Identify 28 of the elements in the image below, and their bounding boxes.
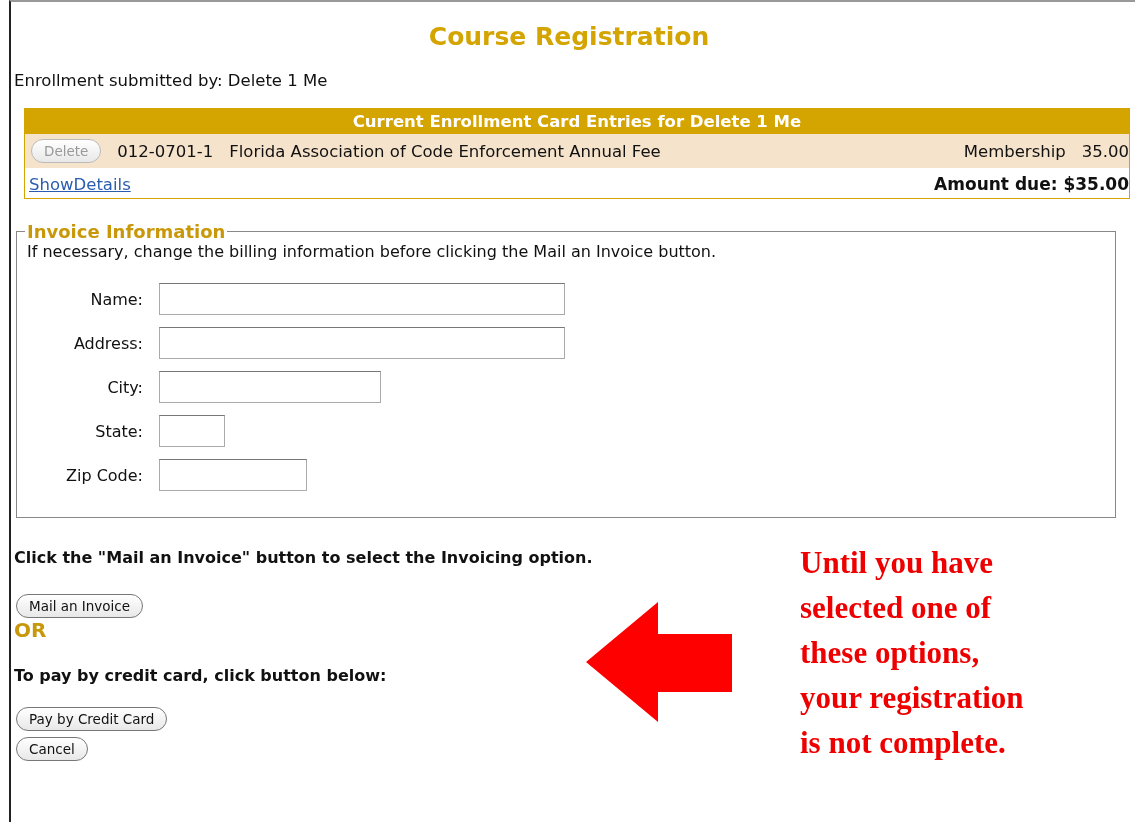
or-label: OR: [14, 617, 47, 642]
input-field[interactable]: [159, 371, 381, 403]
show-details-link[interactable]: ShowDetails: [29, 174, 131, 194]
cancel-button[interactable]: Cancel: [16, 736, 88, 761]
input-field[interactable]: [159, 283, 565, 315]
input-field[interactable]: [159, 459, 307, 491]
field-label: Name:: [89, 289, 143, 309]
course-amount: 35.00: [1081, 141, 1129, 161]
field-label: Zip Code:: [65, 465, 143, 485]
card-instruction: To pay by credit card, click button below:: [14, 665, 387, 685]
course-description: Florida Association of Code Enforcement Annual Fee: [229, 141, 662, 161]
pay-credit-card-button[interactable]: Pay by Credit Card: [16, 706, 168, 731]
page-title: Course Registration: [427, 22, 711, 51]
completion-note: Until you have selected one of these options, your registration is not complete.: [800, 544, 1025, 762]
invoice-note: If necessary, change the billing information before clicking the Mail an Invoice button.: [27, 242, 718, 261]
field-label: Address:: [72, 333, 143, 353]
invoice-legend: Invoice Information: [25, 221, 228, 242]
input-field[interactable]: [159, 415, 225, 447]
course-type: Membership: [963, 141, 1066, 161]
mail-invoice-button[interactable]: Mail an Invoice: [16, 593, 144, 618]
card-header: Current Enrollment Card Entries for Delete 1 Me: [25, 109, 1129, 134]
amount-due: Amount due: $35.00: [934, 174, 1129, 194]
mail-instruction: Click the "Mail an Invoice" button to select the Invoicing option.: [14, 548, 594, 569]
course-code: 012-0701-1: [117, 141, 214, 161]
input-field[interactable]: [159, 327, 565, 359]
field-label: City:: [106, 377, 143, 397]
field-label: State:: [94, 421, 143, 441]
submitted-by-text: Enrollment submitted by: Delete 1 Me: [14, 71, 329, 90]
